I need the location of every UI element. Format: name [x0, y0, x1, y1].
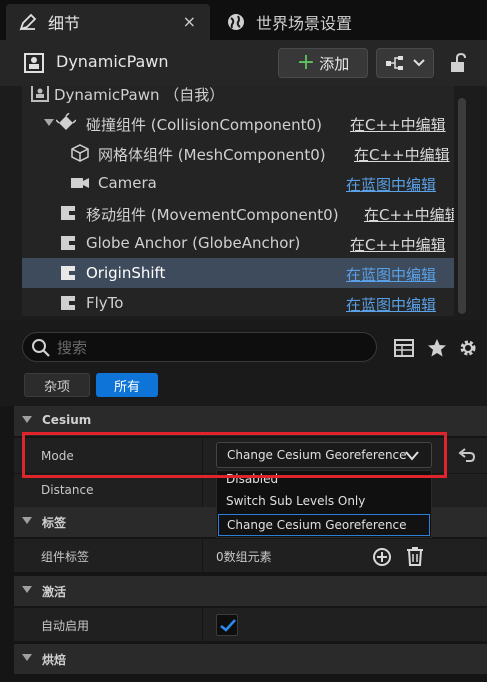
collision-icon: [56, 113, 76, 130]
tree-row-flyto[interactable]: FlyTo 在蓝图中编辑: [22, 288, 454, 316]
category-label: 烘焙: [42, 653, 67, 667]
tree-item-name: 移动组件 (MovementComponent0): [86, 206, 339, 224]
tree-item-name: Camera: [98, 174, 157, 192]
reset-to-default-icon[interactable]: [458, 447, 476, 463]
tab-world-settings-label: 世界场景设置: [256, 14, 353, 33]
add-button-label: 添加: [319, 54, 350, 73]
component-icon: [61, 266, 75, 280]
auto-activate-checkbox[interactable]: [216, 614, 238, 636]
unlock-icon[interactable]: [449, 53, 467, 73]
category-label: Cesium: [42, 413, 92, 427]
property-row-auto-activate: 自动启用: [14, 607, 487, 642]
component-icon: [61, 236, 75, 250]
category-bake[interactable]: 烘焙: [14, 644, 487, 674]
expand-arrow-icon: [22, 416, 32, 423]
edit-in-blueprint-link[interactable]: 在蓝图中编辑: [346, 264, 436, 285]
property-label: 组件标签: [41, 550, 90, 564]
expand-arrow-icon: [22, 586, 32, 593]
star-icon[interactable]: [427, 338, 447, 358]
globe-icon: [228, 14, 244, 30]
chevron-down-icon: [413, 59, 425, 67]
component-tree-list: DynamicPawn （自我） 碰撞组件 (CollisionComponen…: [22, 86, 454, 316]
tab-details-label: 细节: [48, 14, 81, 33]
tab-world-settings[interactable]: 世界场景设置: [214, 4, 414, 40]
search-input[interactable]: 搜索: [22, 332, 377, 362]
tree-row-origin-shift[interactable]: OriginShift 在蓝图中编辑: [22, 258, 454, 288]
actor-icon: [24, 53, 44, 73]
tree-row-globe-anchor[interactable]: Globe Anchor (GlobeAnchor) 在C++中编辑: [22, 228, 454, 258]
tab-bar: 细节 × 世界场景设置: [0, 0, 487, 40]
edit-in-cpp-link[interactable]: 在C++中编辑: [350, 114, 446, 135]
expand-arrow-icon: [22, 654, 32, 661]
edit-in-cpp-link[interactable]: 在C++中编辑: [364, 204, 454, 225]
component-tree: DynamicPawn （自我） 碰撞组件 (CollisionComponen…: [0, 86, 487, 320]
edit-in-cpp-link[interactable]: 在C++中编辑: [350, 234, 446, 255]
gear-icon[interactable]: [458, 338, 478, 358]
array-count: 0数组元素: [216, 550, 272, 564]
tree-item-name: Globe Anchor (GlobeAnchor): [86, 234, 301, 252]
table-view-icon[interactable]: [394, 338, 414, 358]
property-label: Distance: [41, 483, 94, 497]
expand-arrow-icon: [22, 517, 32, 524]
search-placeholder: 搜索: [57, 339, 88, 357]
category-label: 激活: [42, 585, 67, 599]
component-icon: [61, 206, 75, 220]
dropdown-option[interactable]: Switch Sub Levels Only: [218, 491, 430, 513]
blueprint-options-button[interactable]: [376, 48, 434, 78]
tree-item-name: OriginShift: [86, 264, 166, 282]
close-icon[interactable]: ×: [183, 12, 196, 31]
component-icon: [61, 296, 75, 310]
edit-in-blueprint-link[interactable]: 在蓝图中编辑: [346, 294, 436, 315]
tree-scrollbar[interactable]: [458, 98, 466, 314]
tree-item-name: FlyTo: [86, 294, 124, 312]
dropdown-option-selected[interactable]: Change Cesium Georeference: [218, 514, 430, 536]
actor-icon: [31, 86, 49, 102]
pencil-icon: [19, 13, 37, 31]
expand-arrow-icon[interactable]: [44, 119, 54, 126]
edit-in-blueprint-link[interactable]: 在蓝图中编辑: [346, 174, 436, 195]
column-divider: [202, 608, 203, 642]
column-divider: [202, 474, 203, 508]
cube-icon: [71, 144, 89, 162]
tree-row-movement[interactable]: 移动组件 (MovementComponent0) 在C++中编辑: [22, 198, 454, 228]
search-icon: [32, 339, 50, 357]
filter-all[interactable]: 所有: [96, 373, 158, 397]
mode-options-list: Disabled Switch Sub Levels Only Change C…: [216, 470, 432, 538]
details-header: DynamicPawn + 添加: [0, 40, 487, 86]
add-element-icon[interactable]: [372, 547, 392, 567]
filter-misc[interactable]: 杂项: [24, 373, 90, 397]
tree-row-root[interactable]: DynamicPawn （自我）: [22, 86, 454, 108]
actor-name: DynamicPawn: [56, 52, 169, 71]
tree-row-mesh[interactable]: 网格体组件 (MeshComponent0) 在C++中编辑: [22, 138, 454, 168]
property-label: 自动启用: [41, 619, 90, 633]
tree-row-camera[interactable]: Camera 在蓝图中编辑: [22, 168, 454, 198]
tree-item-name: DynamicPawn （自我）: [54, 86, 225, 104]
add-component-button[interactable]: + 添加: [278, 48, 368, 78]
trash-icon[interactable]: [406, 546, 424, 566]
tree-item-name: 碰撞组件 (CollisionComponent0): [86, 116, 322, 134]
checkmark-icon: [220, 619, 236, 632]
category-label: 标签: [42, 516, 67, 530]
plus-icon: +: [296, 50, 316, 75]
edit-in-cpp-link[interactable]: 在C++中编辑: [354, 144, 450, 165]
hierarchy-icon: [386, 56, 403, 70]
camera-icon: [71, 178, 89, 188]
column-divider: [202, 539, 203, 573]
tab-details[interactable]: 细节 ×: [6, 4, 210, 40]
category-activation[interactable]: 激活: [14, 576, 487, 606]
tree-row-collision[interactable]: 碰撞组件 (CollisionComponent0) 在C++中编辑: [22, 108, 454, 138]
annotation-highlight-box: [22, 432, 447, 478]
tree-item-name: 网格体组件 (MeshComponent0): [98, 146, 326, 164]
